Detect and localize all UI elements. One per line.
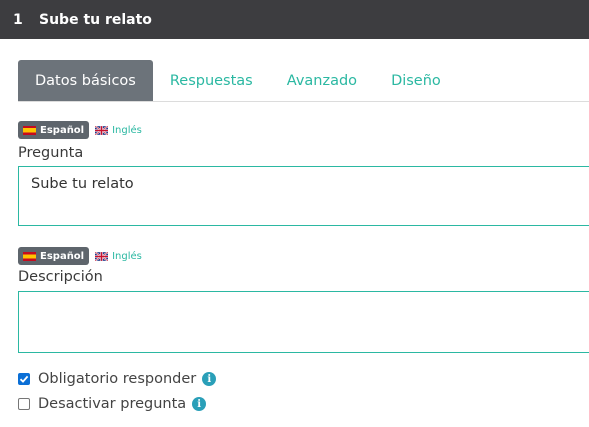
description-label: Descripción — [18, 269, 103, 285]
question-number: 1 — [13, 11, 23, 28]
tab-avanzado[interactable]: Avanzado — [287, 60, 357, 101]
disable-label: Desactivar pregunta — [38, 396, 187, 412]
info-icon[interactable]: i — [192, 397, 207, 411]
tab-bar: Datos básicos Respuestas Avanzado Diseño — [18, 60, 589, 102]
question-label: Pregunta — [18, 145, 84, 161]
flag-uk-icon — [95, 125, 109, 135]
flag-spain-icon — [23, 251, 36, 261]
question-input[interactable]: Sube tu relato — [18, 166, 589, 226]
language-english-label: Inglés — [112, 250, 142, 262]
description-language-switch: Español Inglés — [18, 247, 142, 265]
required-option: Obligatorio responder i — [18, 371, 217, 387]
question-header: 1 Sube tu relato — [0, 0, 589, 39]
question-language-switch: Español Inglés — [18, 121, 142, 139]
tab-respuestas[interactable]: Respuestas — [170, 60, 253, 101]
checkmark-icon — [19, 375, 29, 383]
language-english-link[interactable]: Inglés — [95, 251, 142, 262]
question-title: Sube tu relato — [39, 11, 152, 28]
flag-spain-icon — [23, 125, 36, 135]
tab-diseno[interactable]: Diseño — [391, 60, 441, 101]
language-english-link[interactable]: Inglés — [95, 125, 142, 136]
language-spanish-label: Español — [40, 124, 85, 136]
language-spanish-button[interactable]: Español — [18, 247, 90, 265]
flag-uk-icon — [95, 251, 109, 261]
language-spanish-button[interactable]: Español — [18, 121, 90, 139]
disable-option: Desactivar pregunta i — [18, 396, 207, 412]
info-icon[interactable]: i — [202, 372, 217, 386]
tab-datos-basicos[interactable]: Datos básicos — [18, 60, 153, 101]
required-label: Obligatorio responder — [38, 371, 197, 387]
language-spanish-label: Español — [40, 250, 85, 262]
language-english-label: Inglés — [112, 124, 142, 136]
disable-checkbox[interactable] — [18, 398, 30, 410]
description-input[interactable] — [18, 291, 589, 353]
required-checkbox[interactable] — [18, 373, 30, 385]
